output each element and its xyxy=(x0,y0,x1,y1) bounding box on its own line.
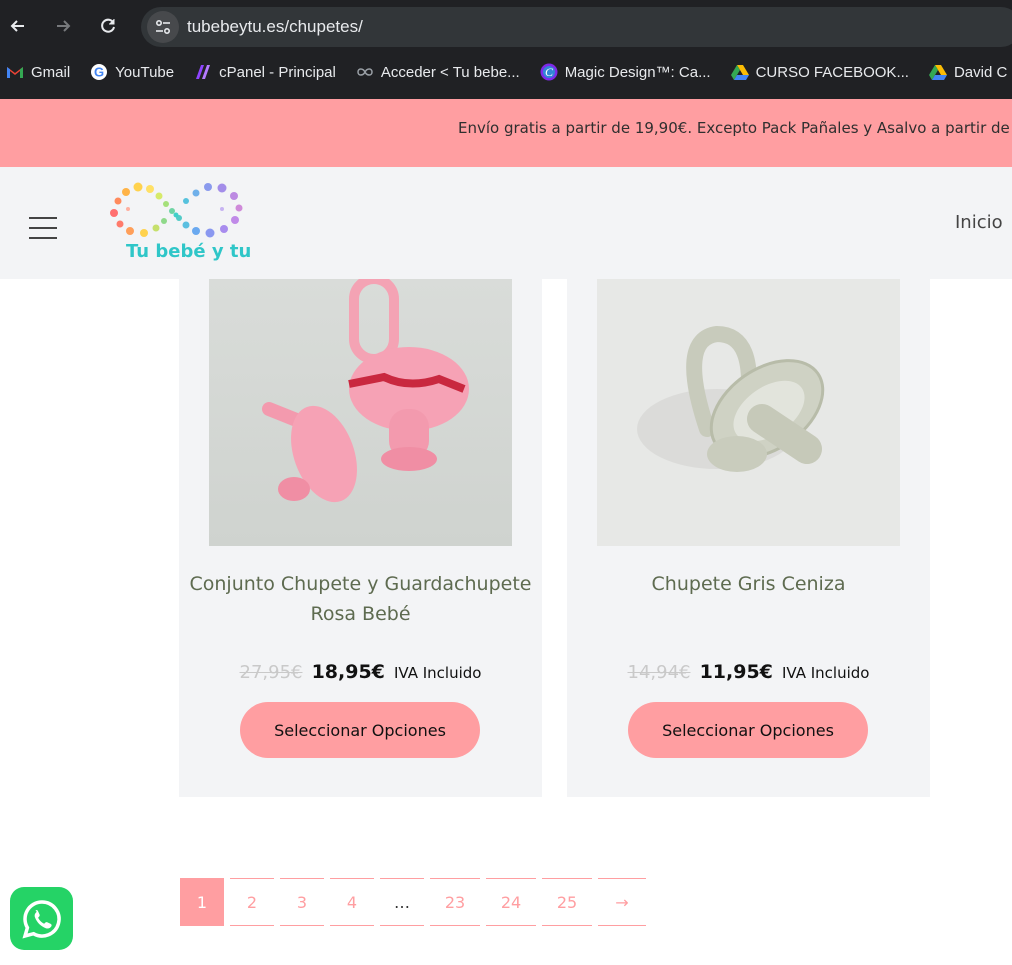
reload-icon xyxy=(101,18,115,33)
old-price: 14,94€ xyxy=(627,662,691,683)
drive-icon xyxy=(928,63,947,81)
select-options-button[interactable]: Seleccionar Opciones xyxy=(628,702,868,758)
back-button[interactable] xyxy=(2,10,34,42)
select-options-button[interactable]: Seleccionar Opciones xyxy=(240,702,480,758)
page-1[interactable]: 1 xyxy=(180,878,224,926)
bookmark-curso-facebook[interactable]: CURSO FACEBOOK... xyxy=(730,63,909,81)
page-2[interactable]: 2 xyxy=(230,878,274,926)
sale-price: 11,95€ xyxy=(699,661,773,683)
drive-icon xyxy=(730,63,749,81)
announcement-bar: Envío gratis a partir de 19,90€. Excepto… xyxy=(0,99,1012,167)
page-3[interactable]: 3 xyxy=(280,878,324,926)
sale-price: 18,95€ xyxy=(311,661,385,683)
site-header: Tu bebé y tu Inicio xyxy=(0,167,1012,279)
reload-button[interactable] xyxy=(92,10,124,42)
arrow-left-icon xyxy=(10,20,24,32)
gmail-icon xyxy=(6,63,24,81)
infinity-icon xyxy=(356,63,374,81)
page-4[interactable]: 4 xyxy=(330,878,374,926)
site-info-icon[interactable] xyxy=(147,11,179,43)
product-image[interactable] xyxy=(597,279,900,546)
address-bar[interactable]: tubebeytu.es/chupetes/ xyxy=(141,7,1012,47)
bookmark-david[interactable]: David C xyxy=(928,63,1007,81)
whatsapp-icon xyxy=(21,899,61,939)
bookmark-gmail[interactable]: Gmail xyxy=(6,63,70,81)
page-24[interactable]: 24 xyxy=(486,878,536,926)
product-card: Chupete Gris Ceniza 14,94€ 11,95€ IVA In… xyxy=(567,279,930,797)
price-row: 27,95€ 18,95€ IVA Incluido xyxy=(179,661,542,683)
tax-note: IVA Incluido xyxy=(394,664,482,682)
product-title[interactable]: Conjunto Chupete y Guardachupete Rosa Be… xyxy=(189,569,532,629)
svg-text:G: G xyxy=(94,65,104,80)
svg-text:C: C xyxy=(545,65,554,79)
pagination: 1 2 3 4 … 23 24 25 → xyxy=(180,878,652,926)
product-image[interactable] xyxy=(209,279,512,546)
old-price: 27,95€ xyxy=(239,662,303,683)
tax-note: IVA Incluido xyxy=(782,664,870,682)
page-23[interactable]: 23 xyxy=(430,878,480,926)
cpanel-icon xyxy=(194,63,212,81)
url-text: tubebeytu.es/chupetes/ xyxy=(187,17,363,36)
bookmark-cpanel[interactable]: cPanel - Principal xyxy=(194,63,336,81)
bookmarks-bar: Gmail G YouTube cPanel - Principal Acced… xyxy=(0,56,1012,88)
forward-button[interactable] xyxy=(47,10,79,42)
page-ellipsis: … xyxy=(380,878,424,926)
bookmark-acceder[interactable]: Acceder < Tu bebe... xyxy=(356,63,520,81)
arrow-right-icon xyxy=(57,20,71,32)
menu-icon[interactable] xyxy=(29,217,57,239)
nav-item-inicio[interactable]: Inicio xyxy=(955,212,1003,233)
infinity-logo-icon xyxy=(110,182,243,238)
price-row: 14,94€ 11,95€ IVA Incluido xyxy=(567,661,930,683)
bookmark-youtube[interactable]: G YouTube xyxy=(90,63,174,81)
page-25[interactable]: 25 xyxy=(542,878,592,926)
logo[interactable]: Tu bebé y tu xyxy=(104,179,252,269)
brand-name: Tu bebé y tu xyxy=(126,241,252,262)
product-title[interactable]: Chupete Gris Ceniza xyxy=(577,569,920,599)
next-page-button[interactable]: → xyxy=(598,878,646,926)
whatsapp-button[interactable] xyxy=(10,887,73,950)
product-card: Conjunto Chupete y Guardachupete Rosa Be… xyxy=(179,279,542,797)
bookmark-canva[interactable]: C Magic Design™: Ca... xyxy=(540,63,711,81)
browser-chrome: tubebeytu.es/chupetes/ Gmail G YouTube c… xyxy=(0,0,1012,99)
canva-icon: C xyxy=(540,63,558,81)
announcement-text: Envío gratis a partir de 19,90€. Excepto… xyxy=(458,119,1010,137)
google-icon: G xyxy=(90,63,108,81)
